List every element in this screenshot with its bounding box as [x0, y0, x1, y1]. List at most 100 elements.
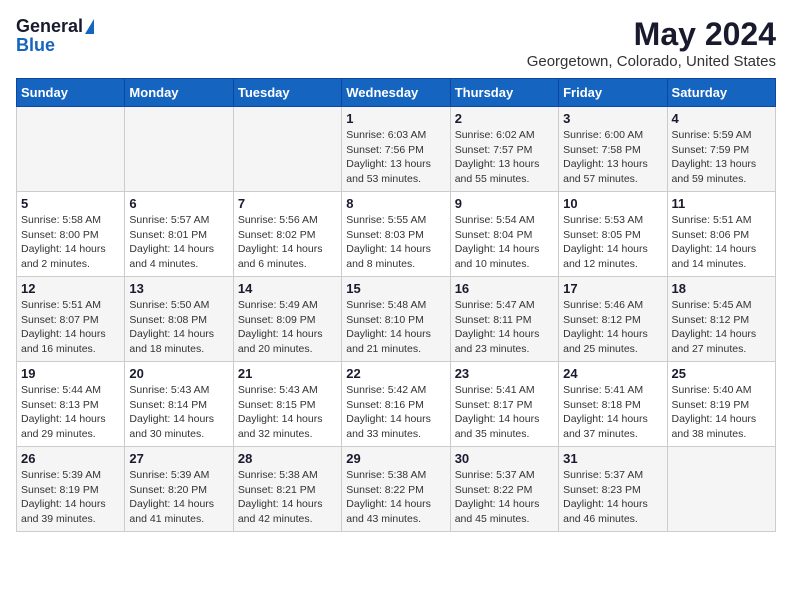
calendar-header: SundayMondayTuesdayWednesdayThursdayFrid… [17, 79, 776, 107]
day-number: 22 [346, 366, 445, 381]
calendar-week-row: 1 Sunrise: 6:03 AM Sunset: 7:56 PM Daylig… [17, 107, 776, 192]
day-number: 15 [346, 281, 445, 296]
calendar-cell: 20 Sunrise: 5:43 AM Sunset: 8:14 PM Dayli… [125, 362, 233, 447]
day-number: 31 [563, 451, 662, 466]
calendar-cell: 14 Sunrise: 5:49 AM Sunset: 8:09 PM Dayli… [233, 277, 341, 362]
calendar-cell: 19 Sunrise: 5:44 AM Sunset: 8:13 PM Dayli… [17, 362, 125, 447]
calendar-cell: 13 Sunrise: 5:50 AM Sunset: 8:08 PM Dayli… [125, 277, 233, 362]
calendar-cell: 16 Sunrise: 5:47 AM Sunset: 8:11 PM Dayli… [450, 277, 558, 362]
calendar-cell: 4Sunrise: 5:59 AM Sunset: 7:59 PM Daylig… [667, 107, 775, 192]
logo: General Blue [16, 16, 94, 56]
day-number: 1 [346, 111, 445, 126]
calendar-cell: 30 Sunrise: 5:37 AM Sunset: 8:22 PM Dayli… [450, 447, 558, 532]
day-number: 24 [563, 366, 662, 381]
calendar-cell: 26Sunrise: 5:39 AM Sunset: 8:19 PM Dayli… [17, 447, 125, 532]
calendar-cell: 6 Sunrise: 5:57 AM Sunset: 8:01 PM Daylig… [125, 192, 233, 277]
day-number: 9 [455, 196, 554, 211]
calendar-cell: 27 Sunrise: 5:39 AM Sunset: 8:20 PM Dayli… [125, 447, 233, 532]
weekday-header-tuesday: Tuesday [233, 79, 341, 107]
calendar-cell: 28Sunrise: 5:38 AM Sunset: 8:21 PM Dayli… [233, 447, 341, 532]
day-info: Sunrise: 5:45 AM Sunset: 8:12 PM Dayligh… [672, 298, 771, 357]
day-info: Sunrise: 5:54 AM Sunset: 8:04 PM Dayligh… [455, 213, 554, 272]
page-header: General Blue May 2024 Georgetown, Colora… [16, 16, 776, 70]
calendar-cell: 29Sunrise: 5:38 AM Sunset: 8:22 PM Dayli… [342, 447, 450, 532]
calendar-cell: 5 Sunrise: 5:58 AM Sunset: 8:00 PM Daylig… [17, 192, 125, 277]
day-info: Sunrise: 5:43 AM Sunset: 8:15 PM Dayligh… [238, 383, 337, 442]
day-info: Sunrise: 5:55 AM Sunset: 8:03 PM Dayligh… [346, 213, 445, 272]
day-number: 2 [455, 111, 554, 126]
day-info: Sunrise: 5:43 AM Sunset: 8:14 PM Dayligh… [129, 383, 228, 442]
calendar-cell: 7Sunrise: 5:56 AM Sunset: 8:02 PM Daylig… [233, 192, 341, 277]
calendar-week-row: 5 Sunrise: 5:58 AM Sunset: 8:00 PM Daylig… [17, 192, 776, 277]
day-number: 10 [563, 196, 662, 211]
day-number: 16 [455, 281, 554, 296]
calendar-cell: 21 Sunrise: 5:43 AM Sunset: 8:15 PM Dayli… [233, 362, 341, 447]
day-number: 14 [238, 281, 337, 296]
day-info: Sunrise: 5:41 AM Sunset: 8:17 PM Dayligh… [455, 383, 554, 442]
day-info: Sunrise: 5:50 AM Sunset: 8:08 PM Dayligh… [129, 298, 228, 357]
calendar-cell: 9 Sunrise: 5:54 AM Sunset: 8:04 PM Daylig… [450, 192, 558, 277]
day-number: 11 [672, 196, 771, 211]
day-number: 3 [563, 111, 662, 126]
day-info: Sunrise: 5:41 AM Sunset: 8:18 PM Dayligh… [563, 383, 662, 442]
calendar-cell: 24 Sunrise: 5:41 AM Sunset: 8:18 PM Dayli… [559, 362, 667, 447]
day-info: Sunrise: 5:37 AM Sunset: 8:22 PM Dayligh… [455, 468, 554, 527]
day-number: 20 [129, 366, 228, 381]
calendar-cell: 31 Sunrise: 5:37 AM Sunset: 8:23 PM Dayli… [559, 447, 667, 532]
weekday-header-thursday: Thursday [450, 79, 558, 107]
day-number: 17 [563, 281, 662, 296]
calendar-cell: 22Sunrise: 5:42 AM Sunset: 8:16 PM Dayli… [342, 362, 450, 447]
day-info: Sunrise: 5:48 AM Sunset: 8:10 PM Dayligh… [346, 298, 445, 357]
day-info: Sunrise: 5:51 AM Sunset: 8:07 PM Dayligh… [21, 298, 120, 357]
calendar-cell: 8Sunrise: 5:55 AM Sunset: 8:03 PM Daylig… [342, 192, 450, 277]
month-title: May 2024 [527, 16, 776, 53]
day-number: 18 [672, 281, 771, 296]
calendar-week-row: 12Sunrise: 5:51 AM Sunset: 8:07 PM Dayli… [17, 277, 776, 362]
day-info: Sunrise: 5:47 AM Sunset: 8:11 PM Dayligh… [455, 298, 554, 357]
calendar-cell: 2Sunrise: 6:02 AM Sunset: 7:57 PM Daylig… [450, 107, 558, 192]
logo-triangle-icon [85, 19, 94, 34]
day-number: 6 [129, 196, 228, 211]
day-info: Sunrise: 6:00 AM Sunset: 7:58 PM Dayligh… [563, 128, 662, 187]
day-info: Sunrise: 5:37 AM Sunset: 8:23 PM Dayligh… [563, 468, 662, 527]
day-number: 23 [455, 366, 554, 381]
calendar-body: 1 Sunrise: 6:03 AM Sunset: 7:56 PM Daylig… [17, 107, 776, 532]
calendar-cell [233, 107, 341, 192]
weekday-header-saturday: Saturday [667, 79, 775, 107]
logo-blue-text: Blue [16, 35, 55, 56]
day-number: 5 [21, 196, 120, 211]
calendar-cell: 10 Sunrise: 5:53 AM Sunset: 8:05 PM Dayli… [559, 192, 667, 277]
calendar-cell: 3 Sunrise: 6:00 AM Sunset: 7:58 PM Daylig… [559, 107, 667, 192]
weekday-header-wednesday: Wednesday [342, 79, 450, 107]
day-number: 25 [672, 366, 771, 381]
day-info: Sunrise: 6:03 AM Sunset: 7:56 PM Dayligh… [346, 128, 445, 187]
calendar-cell: 25 Sunrise: 5:40 AM Sunset: 8:19 PM Dayli… [667, 362, 775, 447]
calendar-week-row: 26Sunrise: 5:39 AM Sunset: 8:19 PM Dayli… [17, 447, 776, 532]
calendar-week-row: 19 Sunrise: 5:44 AM Sunset: 8:13 PM Dayli… [17, 362, 776, 447]
day-info: Sunrise: 5:58 AM Sunset: 8:00 PM Dayligh… [21, 213, 120, 272]
title-block: May 2024 Georgetown, Colorado, United St… [527, 16, 776, 70]
day-info: Sunrise: 5:39 AM Sunset: 8:19 PM Dayligh… [21, 468, 120, 527]
day-info: Sunrise: 5:51 AM Sunset: 8:06 PM Dayligh… [672, 213, 771, 272]
calendar-cell: 1 Sunrise: 6:03 AM Sunset: 7:56 PM Daylig… [342, 107, 450, 192]
day-number: 13 [129, 281, 228, 296]
day-info: Sunrise: 5:44 AM Sunset: 8:13 PM Dayligh… [21, 383, 120, 442]
calendar-cell: 12Sunrise: 5:51 AM Sunset: 8:07 PM Dayli… [17, 277, 125, 362]
day-number: 19 [21, 366, 120, 381]
day-number: 30 [455, 451, 554, 466]
calendar-cell: 15 Sunrise: 5:48 AM Sunset: 8:10 PM Dayli… [342, 277, 450, 362]
calendar-cell [125, 107, 233, 192]
day-info: Sunrise: 5:57 AM Sunset: 8:01 PM Dayligh… [129, 213, 228, 272]
day-number: 21 [238, 366, 337, 381]
day-number: 27 [129, 451, 228, 466]
day-info: Sunrise: 5:40 AM Sunset: 8:19 PM Dayligh… [672, 383, 771, 442]
day-info: Sunrise: 5:38 AM Sunset: 8:21 PM Dayligh… [238, 468, 337, 527]
day-number: 4 [672, 111, 771, 126]
day-info: Sunrise: 5:49 AM Sunset: 8:09 PM Dayligh… [238, 298, 337, 357]
day-info: Sunrise: 5:39 AM Sunset: 8:20 PM Dayligh… [129, 468, 228, 527]
calendar-cell: 17Sunrise: 5:46 AM Sunset: 8:12 PM Dayli… [559, 277, 667, 362]
weekday-header-row: SundayMondayTuesdayWednesdayThursdayFrid… [17, 79, 776, 107]
day-info: Sunrise: 5:53 AM Sunset: 8:05 PM Dayligh… [563, 213, 662, 272]
calendar-table: SundayMondayTuesdayWednesdayThursdayFrid… [16, 78, 776, 532]
weekday-header-sunday: Sunday [17, 79, 125, 107]
